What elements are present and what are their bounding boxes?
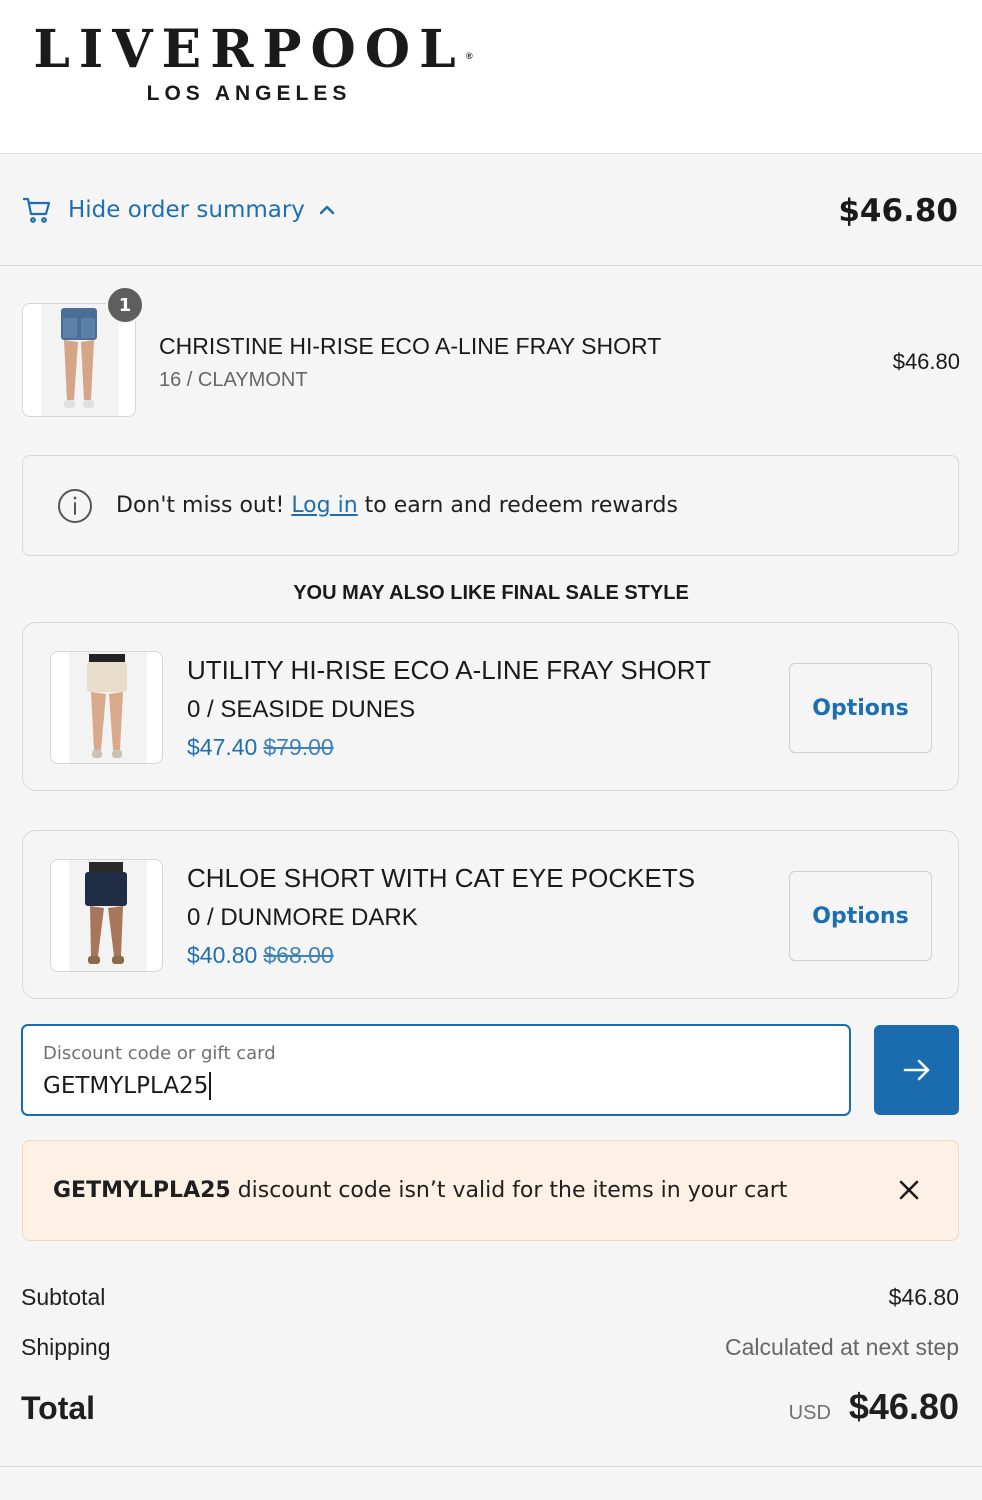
options-button[interactable]: Options <box>789 871 932 961</box>
order-summary-toggle-bar: Hide order summary $46.80 <box>0 155 982 266</box>
total-value: $46.80 <box>848 1386 959 1427</box>
upsell-product-variant: 0 / DUNMORE DARK <box>187 904 418 931</box>
quantity-badge: 1 <box>106 286 144 324</box>
close-icon[interactable] <box>896 1177 922 1203</box>
site-header: LIVERPOOL ® LOS ANGELES <box>0 0 982 154</box>
upsell-heading: YOU MAY ALSO LIKE FINAL SALE STYLE <box>293 582 689 604</box>
error-message-text: discount code isn’t valid for the items … <box>230 1178 788 1203</box>
product-variant: 16 / CLAYMONT <box>159 369 308 391</box>
discount-error-message: GETMYLPLA25 discount code isn’t valid fo… <box>53 1178 787 1203</box>
login-link[interactable]: Log in <box>291 493 357 518</box>
rewards-banner: Don't miss out! Log in to earn and redee… <box>22 455 959 556</box>
shipping-label: Shipping <box>21 1334 111 1360</box>
subtotal-row: Subtotal $46.80 <box>21 1284 959 1311</box>
upsell-product-image <box>69 860 147 971</box>
rewards-prefix: Don't miss out! <box>116 493 292 518</box>
currency-code: USD <box>788 1402 831 1424</box>
upsell-prices: $47.40 $79.00 <box>187 734 334 761</box>
rewards-message: Don't miss out! Log in to earn and redee… <box>116 493 678 518</box>
order-summary-toggle-label: Hide order summary <box>68 197 305 223</box>
discount-code-value: GETMYLPLA25 <box>43 1073 209 1099</box>
registered-mark: ® <box>466 51 473 61</box>
upsell-product-image <box>69 652 147 763</box>
upsell-card: CHLOE SHORT WITH CAT EYE POCKETS 0 / DUN… <box>22 830 959 999</box>
cart-icon <box>22 197 51 223</box>
upsell-card: UTILITY HI-RISE ECO A-LINE FRAY SHORT 0 … <box>22 622 959 791</box>
upsell-sale-price: $40.80 <box>187 942 258 968</box>
upsell-compare-price: $79.00 <box>263 734 334 760</box>
summary-total: $46.80 <box>838 193 958 229</box>
upsell-sale-price: $47.40 <box>187 734 258 760</box>
rewards-suffix: to earn and redeem rewards <box>357 493 678 518</box>
product-price: $46.80 <box>892 349 960 374</box>
discount-error-banner: GETMYLPLA25 discount code isn’t valid fo… <box>22 1140 959 1241</box>
brand-name: LIVERPOOL ® <box>33 20 472 80</box>
order-summary-toggle[interactable]: Hide order summary <box>22 195 337 225</box>
chevron-up-icon <box>319 205 335 215</box>
total-label: Total <box>21 1390 96 1426</box>
upsell-product-name: CHLOE SHORT WITH CAT EYE POCKETS <box>187 863 696 893</box>
shipping-row: Shipping Calculated at next step <box>21 1334 959 1361</box>
brand-logo[interactable]: LIVERPOOL ® LOS ANGELES <box>24 20 474 106</box>
shipping-value: Calculated at next step <box>725 1334 959 1360</box>
product-name: CHRISTINE HI-RISE ECO A-LINE FRAY SHORT <box>159 333 662 359</box>
options-button[interactable]: Options <box>789 663 932 753</box>
upsell-thumbnail <box>50 859 163 972</box>
upsell-thumbnail <box>50 651 163 764</box>
discount-code-label: Discount code or gift card <box>43 1043 276 1064</box>
total-row: Total USD $46.80 <box>21 1386 959 1428</box>
discount-code-input[interactable]: GETMYLPLA25 <box>43 1072 212 1100</box>
error-discount-code: GETMYLPLA25 <box>53 1178 231 1203</box>
apply-discount-button[interactable] <box>874 1025 959 1115</box>
total-amount: USD $46.80 <box>789 1386 959 1428</box>
upsell-product-variant: 0 / SEASIDE DUNES <box>187 696 416 723</box>
upsell-product-name: UTILITY HI-RISE ECO A-LINE FRAY SHORT <box>187 655 711 685</box>
text-caret <box>209 1072 212 1100</box>
info-icon <box>58 489 92 523</box>
upsell-prices: $40.80 $68.00 <box>187 942 334 969</box>
subtotal-value: $46.80 <box>888 1284 959 1310</box>
brand-subtitle: LOS ANGELES <box>146 82 352 105</box>
upsell-compare-price: $68.00 <box>263 942 334 968</box>
cart-line-item: 1 CHRISTINE HI-RISE ECO A-LINE FRAY SHOR… <box>22 286 960 417</box>
subtotal-label: Subtotal <box>21 1284 106 1310</box>
discount-code-field[interactable]: Discount code or gift card GETMYLPLA25 <box>21 1024 851 1116</box>
arrow-right-icon <box>903 1059 929 1081</box>
divider <box>0 1466 982 1467</box>
